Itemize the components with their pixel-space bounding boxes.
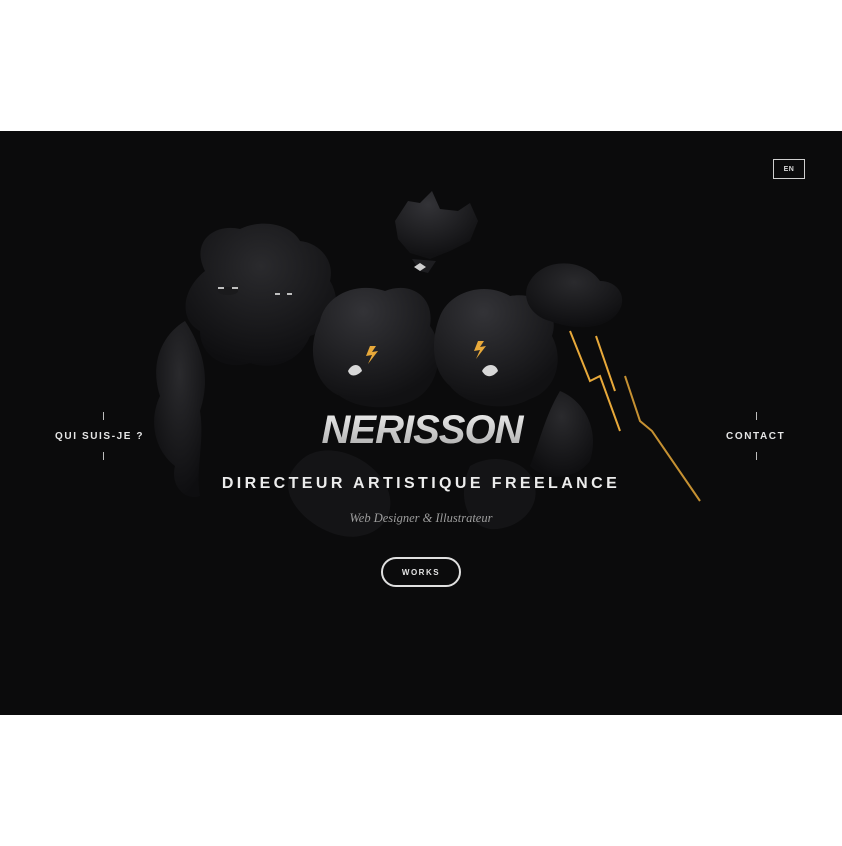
divider-tick	[756, 412, 757, 420]
creature-top-icon	[395, 191, 478, 273]
divider-tick	[103, 452, 104, 460]
page-subtitle: Web Designer & Illustrateur	[349, 511, 493, 525]
language-label: EN	[783, 165, 795, 173]
logo-wordmark: NERISSON	[322, 408, 526, 452]
divider-tick	[756, 452, 757, 460]
nav-contact-label: CONTACT	[726, 430, 786, 442]
nav-contact-link[interactable]: CONTACT	[726, 412, 785, 460]
works-button-label: WORKS	[401, 567, 441, 577]
nav-about-label: QUI SUIS-JE ?	[55, 430, 145, 442]
logo-text: NERISSON	[322, 408, 525, 452]
hero-section: EN QUI SUIS-JE ? CONTACT NERISSON DIRECT…	[0, 131, 842, 715]
brand-logo: NERISSON	[312, 401, 532, 455]
works-button[interactable]: WORKS	[381, 557, 461, 587]
page-title: DIRECTEUR ARTISTIQUE FREELANCE	[221, 475, 621, 492]
divider-tick	[103, 412, 104, 420]
nav-about-link[interactable]: QUI SUIS-JE ?	[55, 412, 144, 460]
creature-center-left-icon	[312, 287, 439, 408]
language-toggle-button[interactable]: EN	[773, 159, 805, 179]
